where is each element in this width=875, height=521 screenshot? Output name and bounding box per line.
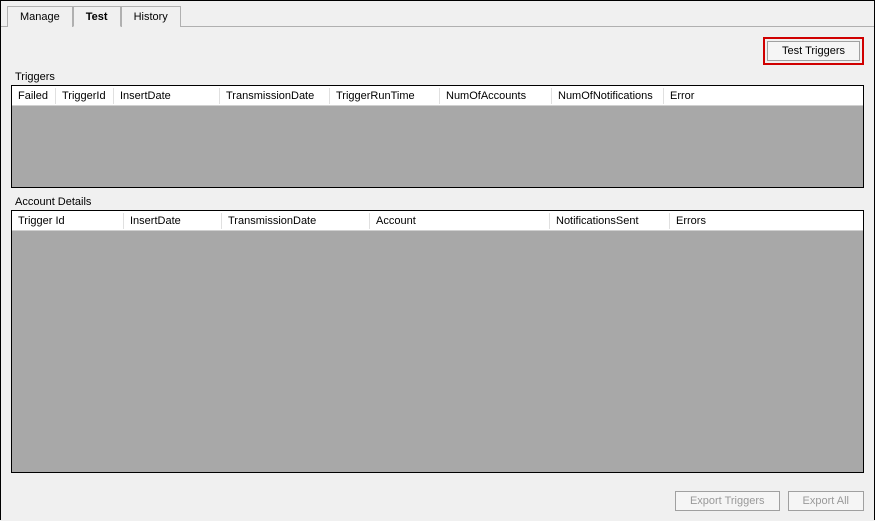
- test-triggers-button[interactable]: Test Triggers: [767, 41, 860, 61]
- tab-manage[interactable]: Manage: [7, 6, 73, 27]
- col-insertdate[interactable]: InsertDate: [114, 88, 220, 104]
- account-details-grid[interactable]: Trigger Id InsertDate TransmissionDate A…: [11, 210, 864, 473]
- triggers-label: Triggers: [15, 71, 864, 83]
- col-acc-account[interactable]: Account: [370, 213, 550, 229]
- account-details-label: Account Details: [15, 196, 864, 208]
- export-all-button[interactable]: Export All: [788, 491, 864, 511]
- account-details-groupbox: Account Details Trigger Id InsertDate Tr…: [11, 196, 864, 473]
- highlight-test-triggers: Test Triggers: [763, 37, 864, 65]
- triggers-grid-body: [12, 106, 863, 187]
- col-triggerid[interactable]: TriggerId: [56, 88, 114, 104]
- tab-test[interactable]: Test: [73, 6, 121, 27]
- account-grid-header: Trigger Id InsertDate TransmissionDate A…: [12, 211, 863, 231]
- col-error[interactable]: Error: [664, 88, 863, 104]
- export-triggers-button[interactable]: Export Triggers: [675, 491, 780, 511]
- triggers-grid[interactable]: Failed TriggerId InsertDate Transmission…: [11, 85, 864, 188]
- tab-history[interactable]: History: [121, 6, 181, 27]
- col-triggerruntime[interactable]: TriggerRunTime: [330, 88, 440, 104]
- col-acc-errors[interactable]: Errors: [670, 213, 863, 229]
- col-transmissiondate[interactable]: TransmissionDate: [220, 88, 330, 104]
- tab-bar: Manage Test History: [1, 1, 874, 27]
- col-numnotifications[interactable]: NumOfNotifications: [552, 88, 664, 104]
- triggers-groupbox: Triggers Failed TriggerId InsertDate Tra…: [11, 71, 864, 188]
- tab-content-test: Test Triggers Triggers Failed TriggerId …: [1, 27, 874, 521]
- triggers-grid-header: Failed TriggerId InsertDate Transmission…: [12, 86, 863, 106]
- col-acc-insertdate[interactable]: InsertDate: [124, 213, 222, 229]
- col-acc-notificationssent[interactable]: NotificationsSent: [550, 213, 670, 229]
- col-failed[interactable]: Failed: [12, 88, 56, 104]
- account-grid-body: [12, 231, 863, 472]
- col-acc-transmissiondate[interactable]: TransmissionDate: [222, 213, 370, 229]
- col-acc-triggerid[interactable]: Trigger Id: [12, 213, 124, 229]
- col-numaccounts[interactable]: NumOfAccounts: [440, 88, 552, 104]
